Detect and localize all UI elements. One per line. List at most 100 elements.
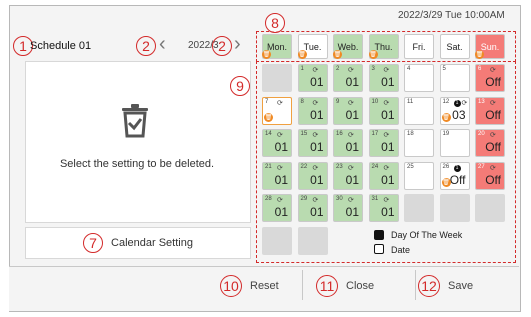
schedule-title: Schedule 01 bbox=[30, 40, 92, 52]
calendar-cell[interactable]: 4 bbox=[404, 64, 434, 92]
trash-icon[interactable]: 🗑 bbox=[262, 50, 271, 59]
trash-icon[interactable]: 🗑 bbox=[441, 177, 451, 187]
weekday-label: Sun. bbox=[480, 41, 500, 52]
weekday-0[interactable]: Mon. 🗑 bbox=[262, 34, 292, 59]
marker-2-left: 2 bbox=[136, 36, 156, 56]
calendar-cell[interactable]: 26 1 Off 🗑 bbox=[439, 161, 470, 190]
calendar-cell[interactable]: 2 ⟳ 01 bbox=[333, 64, 363, 92]
trash-icon[interactable]: 🗑 bbox=[441, 112, 451, 122]
weekday-6[interactable]: Sun. 🗑 bbox=[475, 34, 505, 59]
calendar-cell[interactable]: 9 ⟳ 01 bbox=[333, 96, 363, 125]
calendar-cell[interactable]: 6 ⟳ Off bbox=[475, 64, 505, 92]
calendar-cell[interactable]: 27 ⟳ Off bbox=[475, 161, 505, 190]
calendar-cell[interactable]: 28 ⟳ 01 bbox=[262, 194, 292, 222]
day-number: 26 bbox=[442, 163, 450, 170]
calendar-cell[interactable]: 8 ⟳ 01 bbox=[297, 96, 328, 125]
day-number: 11 bbox=[407, 98, 414, 105]
pattern-value: 01 bbox=[310, 75, 324, 89]
sync-icon: ⟳ bbox=[348, 164, 354, 172]
calendar-cell-empty bbox=[262, 226, 292, 255]
calendar-cell[interactable]: 14 ⟳ 01 bbox=[262, 129, 292, 157]
calendar-cell[interactable]: 16 ⟳ 01 bbox=[333, 129, 363, 157]
weekday-1[interactable]: Tue. 🗑 bbox=[297, 34, 328, 59]
pattern-value: 01 bbox=[345, 172, 359, 187]
sync-icon: ⟳ bbox=[312, 67, 319, 74]
chevron-left-icon[interactable]: ‹ bbox=[159, 34, 166, 54]
priority-badge: 1 bbox=[453, 164, 461, 172]
pattern-value: 01 bbox=[381, 75, 395, 89]
calendar-cell-empty bbox=[404, 194, 434, 222]
trash-icon[interactable]: 🗑 bbox=[368, 50, 378, 59]
sync-icon: ⟳ bbox=[383, 132, 390, 139]
calendar-cell[interactable]: 29 ⟳ 01 bbox=[297, 194, 328, 222]
calendar-cell[interactable]: 5 bbox=[439, 64, 470, 92]
day-number: 14 bbox=[265, 131, 272, 137]
day-number: 18 bbox=[407, 131, 414, 137]
day-number: 29 bbox=[300, 196, 308, 202]
calendar-cell[interactable]: 13 ⟳ Off bbox=[475, 96, 505, 125]
calendar-cell[interactable]: 25 bbox=[404, 161, 434, 190]
calendar-cell[interactable]: 18 bbox=[404, 129, 434, 157]
sync-icon: ⟳ bbox=[277, 164, 283, 172]
pattern-value: 03 bbox=[452, 107, 466, 122]
calendar-cell[interactable]: 21 ⟳ 01 bbox=[262, 161, 292, 190]
calendar-cell[interactable]: 22 ⟳ 01 bbox=[297, 161, 328, 190]
legend-date: Date bbox=[391, 245, 411, 255]
calendar-cell[interactable]: 19 bbox=[439, 129, 470, 157]
pattern-value: 01 bbox=[345, 205, 359, 219]
weekday-5[interactable]: Sat. bbox=[439, 34, 470, 59]
calendar-setting-label: Calendar Setting bbox=[111, 237, 193, 249]
calendar-cell[interactable]: 7 ⟳ 🗑 bbox=[262, 96, 292, 125]
calendar-cell[interactable]: 20 ⟳ Off bbox=[475, 129, 505, 157]
calendar-cell-empty bbox=[297, 226, 328, 255]
weekday-3[interactable]: Thu. 🗑 bbox=[368, 34, 399, 59]
reset-button[interactable]: 10 Reset bbox=[220, 275, 279, 297]
calendar-cell[interactable]: 23 ⟳ 01 bbox=[333, 161, 363, 190]
marker-7: 7 bbox=[83, 233, 104, 253]
calendar-cell[interactable]: 3 ⟳ 01 bbox=[368, 64, 399, 92]
sync-icon: ⟳ bbox=[277, 99, 283, 107]
day-number: 16 bbox=[336, 131, 343, 137]
calendar-cell[interactable]: 24 ⟳ 01 bbox=[368, 161, 399, 190]
day-number: 27 bbox=[478, 163, 485, 170]
day-number: 13 bbox=[478, 98, 485, 105]
trash-icon[interactable]: 🗑 bbox=[264, 112, 273, 122]
chevron-right-icon[interactable]: › bbox=[234, 34, 241, 54]
day-number: 10 bbox=[371, 98, 379, 105]
day-number: 21 bbox=[265, 163, 272, 170]
trash-icon[interactable]: 🗑 bbox=[297, 50, 307, 59]
calendar-cell[interactable]: 31 ⟳ 01 bbox=[368, 194, 399, 222]
calendar-cell[interactable]: 11 bbox=[404, 96, 434, 125]
calendar-cell[interactable]: 15 ⟳ 01 bbox=[297, 129, 328, 157]
sync-icon: ⟳ bbox=[277, 197, 283, 204]
pattern-value: 01 bbox=[274, 140, 288, 154]
calendar-cell[interactable]: 10 ⟳ 01 bbox=[368, 96, 399, 125]
marker-10: 10 bbox=[220, 275, 242, 297]
calendar-cell-empty bbox=[439, 194, 470, 222]
weekday-2[interactable]: Web. 🗑 bbox=[333, 34, 363, 59]
sync-icon: ⟳ bbox=[490, 132, 496, 139]
calendar-cell[interactable]: 17 ⟳ 01 bbox=[368, 129, 399, 157]
calendar-cell[interactable]: 12 1 ⟳ 03 🗑 bbox=[439, 96, 470, 125]
day-number: 2 bbox=[336, 66, 340, 72]
calendar-setting-button[interactable]: 7 Calendar Setting bbox=[25, 227, 251, 259]
marker-12: 12 bbox=[418, 275, 440, 297]
footer-divider-1 bbox=[302, 270, 303, 300]
day-number: 31 bbox=[371, 196, 379, 202]
marker-2-right: 2 bbox=[212, 36, 232, 56]
trash-icon[interactable]: 🗑 bbox=[475, 50, 484, 59]
reset-label: Reset bbox=[250, 280, 279, 292]
day-number: 25 bbox=[407, 163, 414, 170]
close-label: Close bbox=[346, 280, 375, 292]
sync-icon: ⟳ bbox=[490, 67, 496, 74]
delete-panel bbox=[25, 61, 251, 223]
weekday-4[interactable]: Fri. bbox=[404, 34, 434, 59]
calendar-cell[interactable]: 30 ⟳ 01 bbox=[333, 194, 363, 222]
trash-icon[interactable]: 🗑 bbox=[333, 50, 342, 59]
day-number: 5 bbox=[442, 66, 446, 72]
close-button[interactable]: 11 Close bbox=[316, 275, 374, 297]
save-button[interactable]: 12 Save bbox=[418, 275, 473, 297]
day-number: 23 bbox=[336, 163, 343, 170]
marker-11: 11 bbox=[316, 275, 338, 297]
calendar-cell[interactable]: 1 ⟳ 01 bbox=[297, 64, 328, 92]
